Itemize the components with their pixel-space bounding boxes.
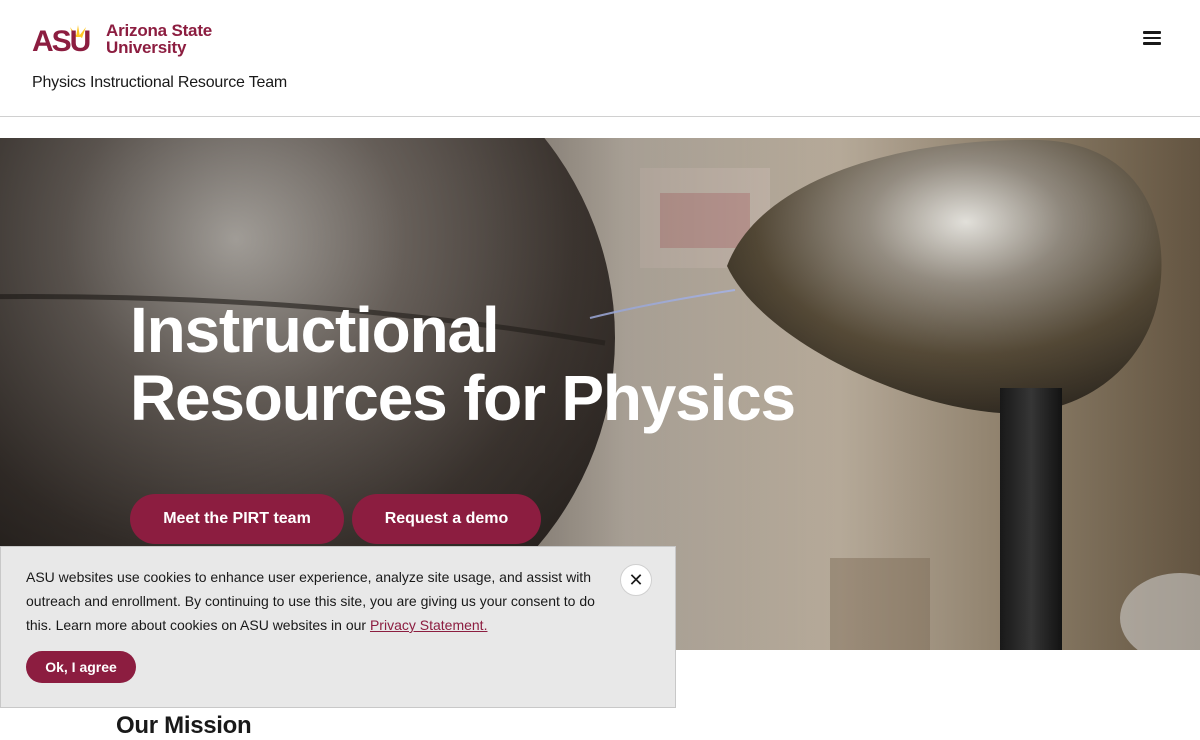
asu-logo[interactable]: ASU Arizona State University: [32, 22, 212, 56]
hero-title-line-1: Instructional: [130, 294, 500, 366]
privacy-statement-link[interactable]: Privacy Statement.: [370, 617, 488, 633]
close-icon[interactable]: ✕: [620, 564, 652, 596]
cookie-consent-banner: ASU websites use cookies to enhance user…: [0, 546, 676, 708]
hero-title-line-2: Resources for Physics: [130, 362, 796, 434]
cookie-message-text: ASU websites use cookies to enhance user…: [26, 569, 595, 633]
meet-team-button[interactable]: Meet the PIRT team: [130, 494, 344, 544]
svg-text:ASU: ASU: [32, 25, 90, 55]
mission-heading: Our Mission: [116, 712, 252, 739]
request-demo-button[interactable]: Request a demo: [352, 494, 541, 544]
logo-line-1: Arizona State: [106, 21, 213, 40]
agree-button[interactable]: Ok, I agree: [26, 651, 136, 683]
cookie-message: ASU websites use cookies to enhance user…: [26, 565, 601, 637]
site-title[interactable]: Physics Instructional Resource Team: [32, 74, 287, 92]
logo-line-2: University: [106, 38, 187, 57]
hamburger-menu-icon[interactable]: [1140, 28, 1164, 48]
site-header: ASU Arizona State University Physics Ins…: [0, 0, 1200, 117]
asu-logo-mark: ASU: [32, 25, 92, 55]
university-name: Arizona State University: [106, 22, 212, 56]
hero-title: Instructional Resources for Physics: [130, 296, 830, 432]
